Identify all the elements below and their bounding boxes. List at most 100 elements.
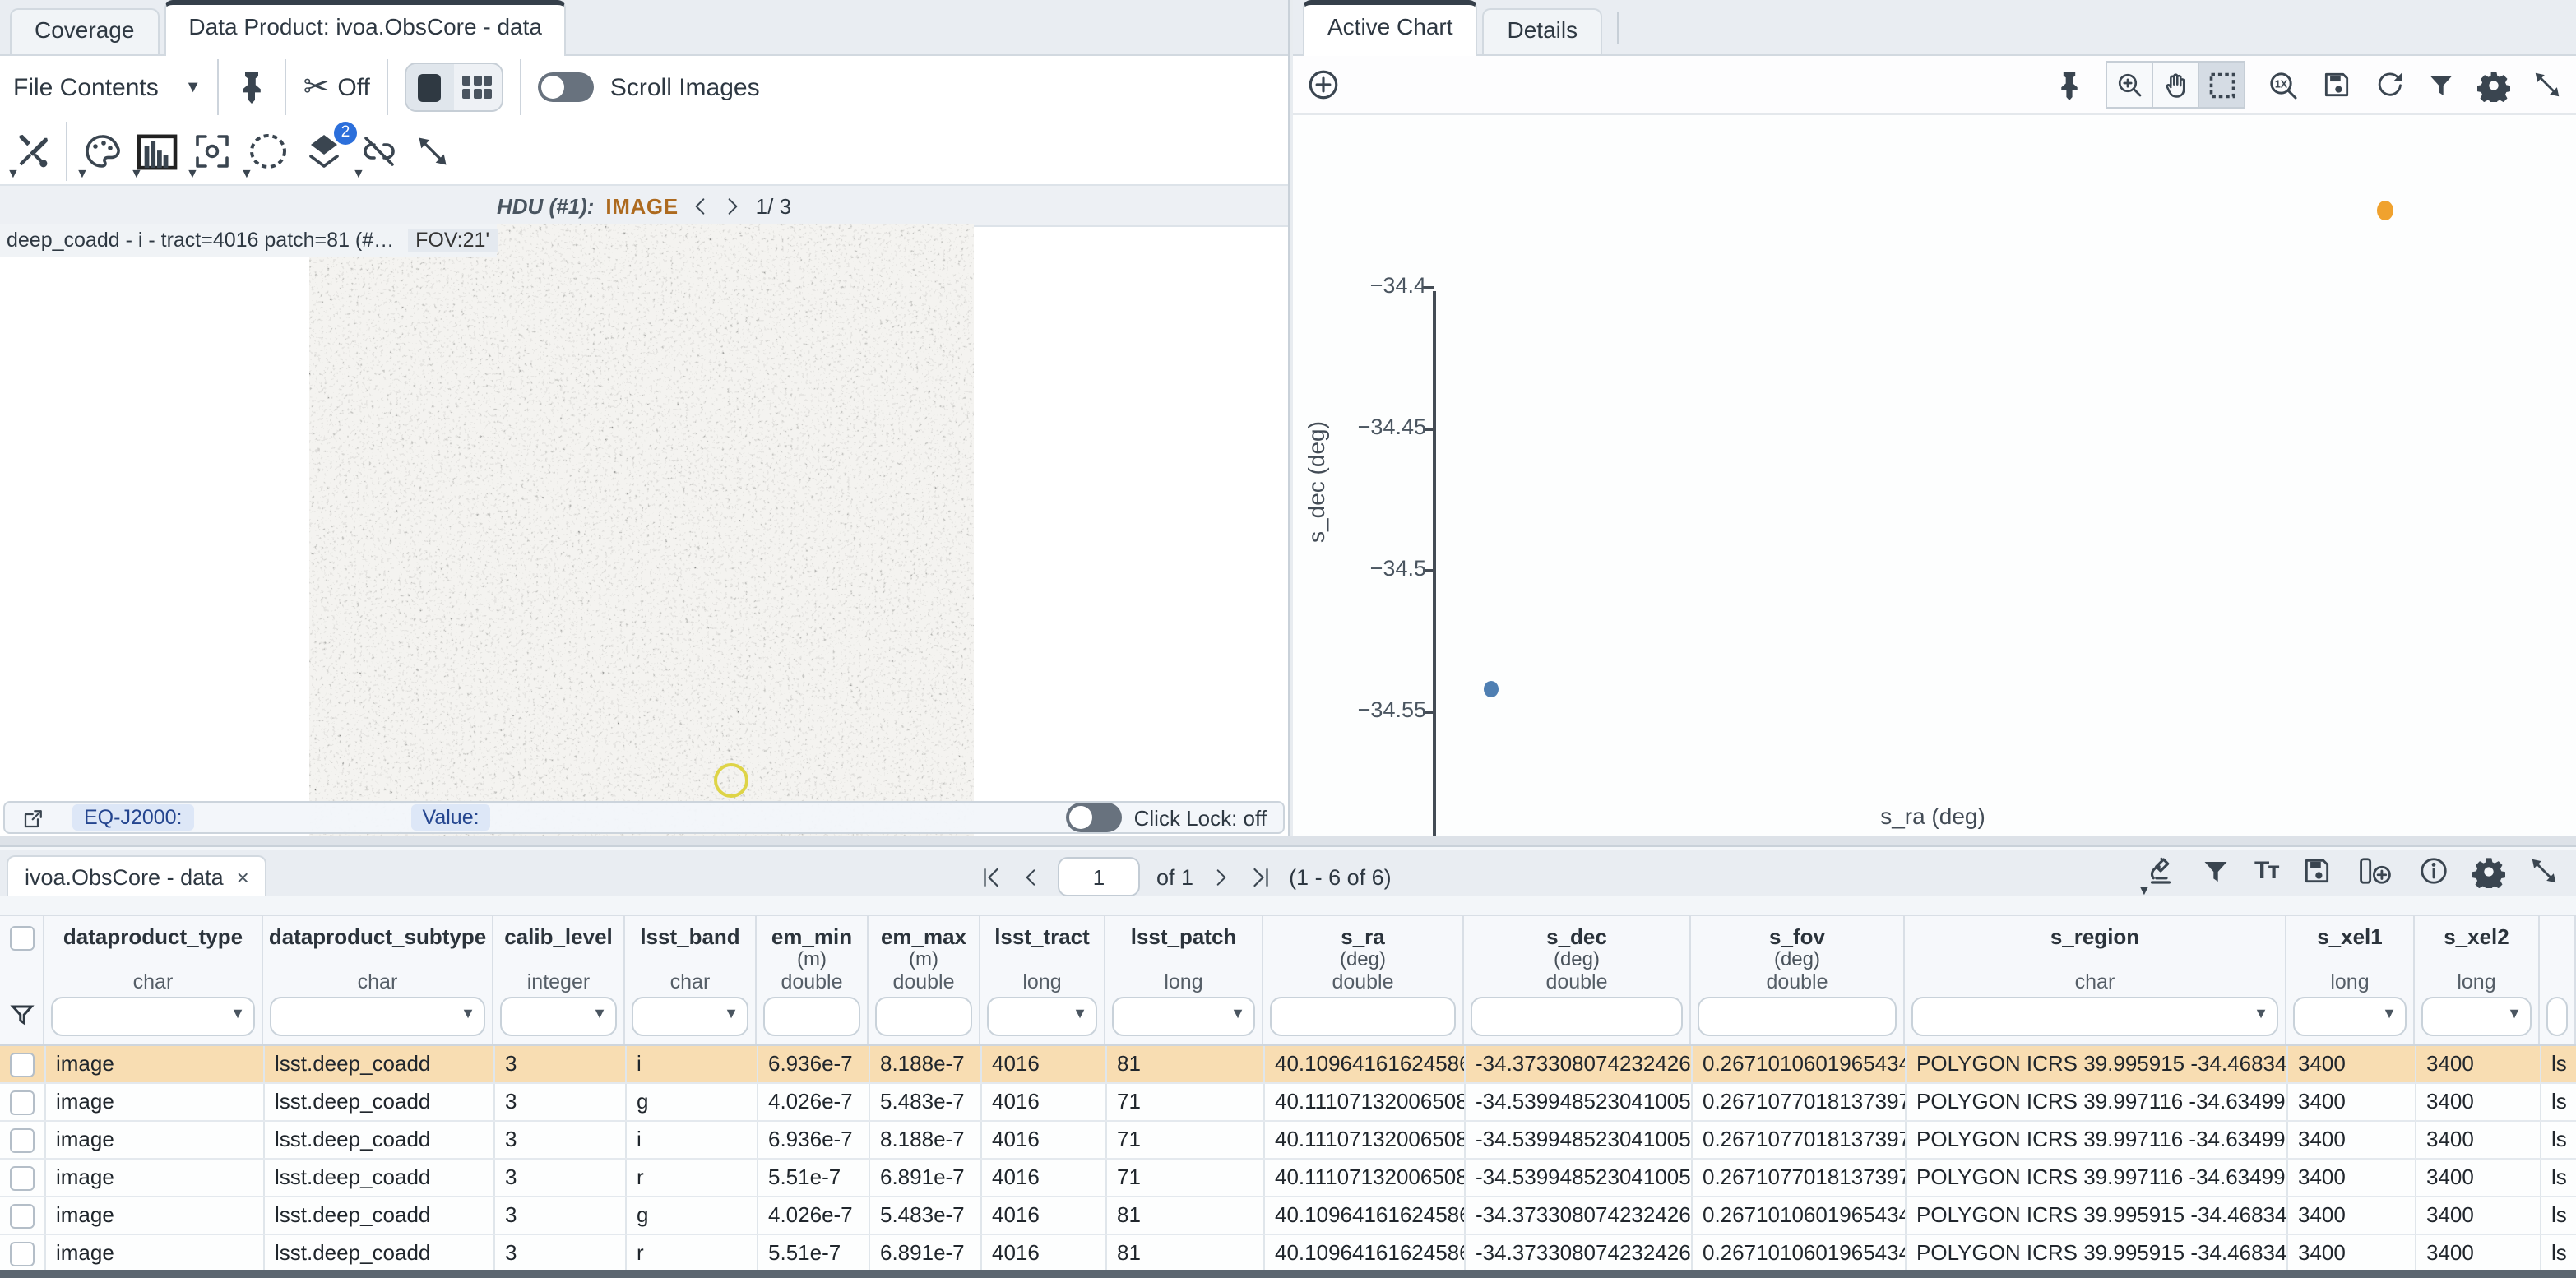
expand-button[interactable] [415,133,451,169]
column-filter-s_xel2[interactable]: ▼ [2421,997,2532,1036]
column-filter-em_min[interactable] [763,997,860,1036]
row-checkbox[interactable] [10,1052,35,1077]
tools-button[interactable]: ▼ [13,132,51,170]
column-filter-lsst_band[interactable]: ▼ [632,997,748,1036]
tab-table-obscore[interactable]: ivoa.ObsCore - data × [7,855,267,896]
pin-chart-button[interactable] [2055,68,2084,101]
expand-chart-button[interactable] [2532,69,2563,100]
column-header-s_dec[interactable]: s_dec(deg)double [1464,916,1691,1044]
column-filter-s_ra[interactable] [1270,997,1456,1036]
info-button[interactable] [2418,855,2449,887]
tab-data-product[interactable]: Data Product: ivoa.ObsCore - data [164,0,567,56]
text-view-button[interactable]: Tᴛ [2254,857,2278,885]
add-chart-button[interactable] [1306,67,1341,102]
pan-hand-tool[interactable] [2153,63,2199,107]
table-row[interactable]: imagelsst.deep_coadd3g4.026e-75.483e-740… [0,1084,2576,1122]
column-header-lsst_tract[interactable]: lsst_tractlong▼ [980,916,1105,1044]
inspect-microscope-button[interactable]: ▼ [2144,854,2179,888]
tab-coverage[interactable]: Coverage [10,8,159,54]
row-checkbox[interactable] [10,1203,35,1228]
chart-settings-button[interactable] [2477,68,2510,101]
last-page-button[interactable] [1248,864,1272,889]
grid-view-button[interactable] [454,64,502,110]
column-filter-calib_level[interactable]: ▼ [500,997,617,1036]
column-filter-s_fov[interactable] [1698,997,1897,1036]
table-settings-button[interactable] [2472,854,2505,887]
column-filter-s_xel1[interactable]: ▼ [2293,997,2407,1036]
column-header-em_max[interactable]: em_max(m)double [869,916,980,1044]
hdu-prev-button[interactable] [690,193,711,218]
zoom-1x-button[interactable]: 1X [2267,68,2300,101]
color-palette-button[interactable]: ▼ [82,132,122,171]
table-row[interactable]: imagelsst.deep_coadd3i6.936e-78.188e-740… [0,1046,2576,1084]
cutout-button[interactable]: ✂ Off [303,68,370,106]
column-filter-s_region[interactable]: ▼ [1911,997,2278,1036]
column-header-s_ra[interactable]: s_ra(deg)double [1263,916,1464,1044]
histogram-stretch-button[interactable]: ▼ [137,132,178,170]
file-contents-dropdown[interactable]: File Contents [13,73,159,101]
refresh-button[interactable] [2374,69,2405,100]
column-header-lsst_patch[interactable]: lsst_patchlong▼ [1105,916,1263,1044]
first-page-button[interactable] [979,864,1003,889]
table-bottom-scrollbar[interactable] [0,1270,2576,1278]
box-select-tool[interactable] [2199,63,2244,107]
hdu-next-button[interactable] [723,193,744,218]
popout-button[interactable] [21,805,46,830]
column-header-em_min[interactable]: em_min(m)double [757,916,869,1044]
tab-active-chart[interactable]: Active Chart [1303,0,1478,56]
column-header-s_region[interactable]: s_regionchar▼ [1905,916,2286,1044]
tab-details[interactable]: Details [1483,8,1603,54]
column-header-s_fov[interactable]: s_fov(deg)double [1691,916,1905,1044]
zoom-in-tool[interactable] [2107,63,2153,107]
table-body: imagelsst.deep_coadd3i6.936e-78.188e-740… [0,1046,2576,1270]
scatter-chart[interactable]: −34.4 −34.45 −34.5 −34.55 40.111 40.1105… [1293,115,2576,836]
column-filter-clipped[interactable] [2546,997,2568,1036]
row-checkbox[interactable] [10,1128,35,1152]
column-header-s_xel1[interactable]: s_xel1long▼ [2286,916,2415,1044]
scroll-images-toggle[interactable] [538,72,594,102]
pin-button[interactable] [236,69,269,105]
panel-splitter[interactable] [0,836,2576,845]
chevron-down-icon: ▼ [7,165,20,180]
row-checkbox[interactable] [10,1090,35,1114]
recenter-button[interactable]: ▼ [192,132,232,171]
column-filter-lsst_patch[interactable]: ▼ [1112,997,1255,1036]
column-header-dataproduct_type[interactable]: dataproduct_typechar▼ [44,916,263,1044]
save-chart-button[interactable] [2321,69,2352,100]
save-table-button[interactable] [2301,855,2333,887]
select-region-button[interactable]: ▼ [247,132,290,171]
data-point-selected[interactable] [2377,201,2393,220]
page-number-input[interactable] [1058,857,1140,896]
fits-image[interactable] [309,224,974,836]
column-filter-dataproduct_subtype[interactable]: ▼ [270,997,485,1036]
data-point-blue[interactable] [1484,681,1499,697]
add-column-button[interactable] [2356,855,2395,887]
column-header-dataproduct_subtype[interactable]: dataproduct_subtypechar▼ [263,916,493,1044]
table-row[interactable]: imagelsst.deep_coadd3r5.51e-76.891e-7401… [0,1235,2576,1270]
row-checkbox[interactable] [10,1241,35,1266]
column-filter-lsst_tract[interactable]: ▼ [987,997,1097,1036]
table-row[interactable]: imagelsst.deep_coadd3i6.936e-78.188e-740… [0,1122,2576,1160]
next-page-button[interactable] [1210,864,1231,889]
filter-chart-button[interactable] [2426,70,2456,100]
layers-button[interactable]: 2 [304,132,344,171]
column-filter-s_dec[interactable] [1471,997,1683,1036]
column-header-clipped[interactable] [2540,916,2576,1044]
table-row[interactable]: imagelsst.deep_coadd3r5.51e-76.891e-7401… [0,1160,2576,1197]
unlink-button[interactable]: ▼ [359,132,400,171]
column-filter-dataproduct_type[interactable]: ▼ [51,997,255,1036]
filter-table-button[interactable] [2202,856,2231,886]
row-checkbox[interactable] [10,1165,35,1190]
expand-table-button[interactable] [2528,855,2560,887]
column-header-s_xel2[interactable]: s_xel2long▼ [2415,916,2540,1044]
single-view-button[interactable] [406,64,454,110]
prev-page-button[interactable] [1020,864,1041,889]
click-lock-toggle[interactable] [1067,803,1123,832]
table-row[interactable]: imagelsst.deep_coadd3g4.026e-75.483e-740… [0,1197,2576,1235]
column-header-lsst_band[interactable]: lsst_bandchar▼ [625,916,757,1044]
column-filter-em_max[interactable] [875,997,972,1036]
column-header-calib_level[interactable]: calib_levelinteger▼ [493,916,625,1044]
select-all-checkbox[interactable] [9,926,34,951]
close-icon[interactable]: × [237,858,249,896]
table-cell: -34.539948523041005 [1466,1160,1693,1196]
